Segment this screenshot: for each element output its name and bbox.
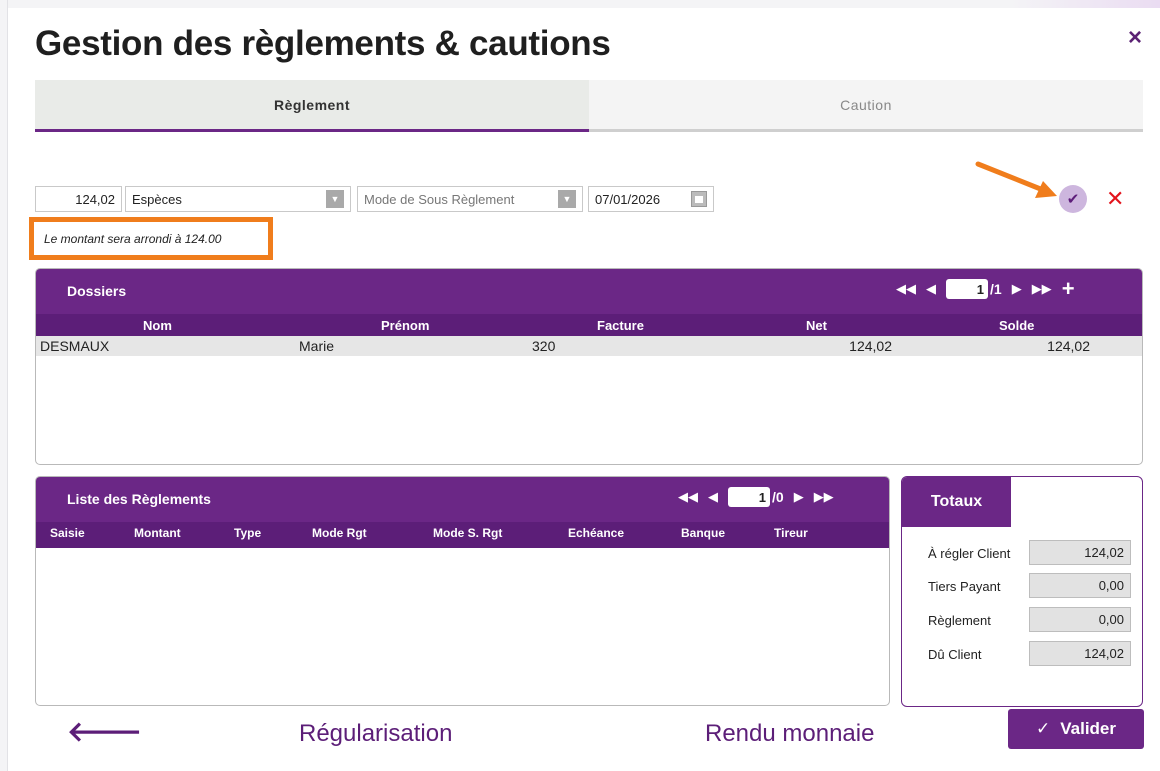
payment-type-value: Espèces <box>132 191 182 207</box>
reglements-title: Liste des Règlements <box>67 491 211 507</box>
check-icon: ✔ <box>1066 191 1080 208</box>
column-montant[interactable]: Montant <box>134 526 181 540</box>
page-total: /1 <box>990 281 1002 297</box>
payment-type-select[interactable]: Espèces ▼ <box>125 186 351 212</box>
cancel-entry-button[interactable]: ✕ <box>1106 186 1124 212</box>
back-button[interactable]: 🡐 <box>67 718 142 746</box>
totaux-panel: Totaux À régler Client 124,02 Tiers Paya… <box>901 476 1143 707</box>
total-value: 124,02 <box>1029 540 1131 565</box>
date-value: 07/01/2026 <box>595 191 661 207</box>
totaux-title: Totaux <box>902 477 1011 527</box>
reglements-panel: Liste des Règlements ◀◀ ◀ 1 /0 ▶ ▶▶ Sais… <box>35 476 890 706</box>
column-net[interactable]: Net <box>806 318 827 333</box>
cell-nom: DESMAUX <box>40 338 110 354</box>
column-solde[interactable]: Solde <box>999 318 1034 333</box>
dossiers-pager: ◀◀ ◀ 1 /1 ▶ ▶▶ + <box>896 278 1075 300</box>
column-mode-rgt[interactable]: Mode Rgt <box>312 526 367 540</box>
date-input[interactable]: 07/01/2026 <box>588 186 714 212</box>
tab-caution[interactable]: Caution <box>589 80 1143 132</box>
cell-solde: 124,02 <box>1047 338 1090 354</box>
next-page-icon[interactable]: ▶ <box>1012 281 1022 297</box>
column-mode-s-rgt[interactable]: Mode S. Rgt <box>433 526 502 540</box>
column-prenom[interactable]: Prénom <box>381 318 429 333</box>
total-row-du-client: Dû Client 124,02 <box>902 640 1144 668</box>
total-value: 0,00 <box>1029 573 1131 598</box>
calendar-icon[interactable] <box>691 191 707 207</box>
add-dossier-icon[interactable]: + <box>1062 278 1075 300</box>
total-label: Règlement <box>928 613 991 628</box>
first-page-icon[interactable]: ◀◀ <box>678 489 698 505</box>
dialog-title: Gestion des règlements & cautions <box>35 24 611 63</box>
confirm-button[interactable]: ✔ <box>1059 185 1087 213</box>
amount-input[interactable]: 124,02 <box>35 186 122 212</box>
regularisation-link[interactable]: Régularisation <box>299 720 452 748</box>
chevron-down-icon[interactable]: ▼ <box>558 190 576 208</box>
tab-bar: Règlement Caution <box>35 80 1143 132</box>
check-icon: ✓ <box>1035 719 1051 738</box>
page-input[interactable]: 1 <box>728 487 770 507</box>
page-input[interactable]: 1 <box>946 279 988 299</box>
column-type[interactable]: Type <box>234 526 261 540</box>
sub-mode-select[interactable]: Mode de Sous Règlement ▼ <box>357 186 583 212</box>
total-value: 124,02 <box>1029 641 1131 666</box>
reglements-pager: ◀◀ ◀ 1 /0 ▶ ▶▶ <box>678 487 834 507</box>
column-banque[interactable]: Banque <box>681 526 725 540</box>
total-label: Dû Client <box>928 647 982 662</box>
amount-value: 124,02 <box>75 191 115 207</box>
tab-reglement[interactable]: Règlement <box>35 80 589 132</box>
rounding-note: Le montant sera arrondi à 124.00 <box>29 217 273 260</box>
column-tireur[interactable]: Tireur <box>774 526 808 540</box>
first-page-icon[interactable]: ◀◀ <box>896 281 916 297</box>
last-page-icon[interactable]: ▶▶ <box>814 489 834 505</box>
column-saisie[interactable]: Saisie <box>50 526 85 540</box>
close-button[interactable]: × <box>1128 24 1142 52</box>
dossiers-panel: Dossiers ◀◀ ◀ 1 /1 ▶ ▶▶ + Nom Prénom Fac… <box>35 268 1143 465</box>
last-page-icon[interactable]: ▶▶ <box>1032 281 1052 297</box>
next-page-icon[interactable]: ▶ <box>794 489 804 505</box>
chevron-down-icon[interactable]: ▼ <box>326 190 344 208</box>
pointer-arrow-icon <box>975 161 1057 198</box>
total-value: 0,00 <box>1029 607 1131 632</box>
total-row-reglement: Règlement 0,00 <box>902 606 1144 634</box>
dossiers-title: Dossiers <box>67 283 127 299</box>
total-row-a-regler: À régler Client 124,02 <box>902 539 1144 567</box>
sub-mode-placeholder: Mode de Sous Règlement <box>364 191 515 207</box>
window-frame-left <box>0 0 8 771</box>
arrow-left-icon: 🡐 <box>67 716 143 747</box>
close-icon: × <box>1128 24 1143 51</box>
column-nom[interactable]: Nom <box>143 318 172 333</box>
table-row[interactable]: DESMAUX Marie 320 124,02 124,02 <box>36 336 1142 356</box>
prev-page-icon[interactable]: ◀ <box>708 489 718 505</box>
valider-button[interactable]: ✓ Valider <box>1008 709 1144 749</box>
valider-label: Valider <box>1060 719 1116 738</box>
page-total: /0 <box>772 489 784 505</box>
reglements-column-header: Saisie Montant Type Mode Rgt Mode S. Rgt… <box>36 522 889 548</box>
cell-prenom: Marie <box>299 338 335 354</box>
total-label: À régler Client <box>928 546 1011 561</box>
reglements-header: Liste des Règlements ◀◀ ◀ 1 /0 ▶ ▶▶ <box>36 477 889 522</box>
column-facture[interactable]: Facture <box>597 318 644 333</box>
rendu-monnaie-link[interactable]: Rendu monnaie <box>705 720 874 748</box>
cell-net: 124,02 <box>849 338 892 354</box>
total-row-tiers-payant: Tiers Payant 0,00 <box>902 572 1144 600</box>
cell-facture: 320 <box>532 338 556 354</box>
prev-page-icon[interactable]: ◀ <box>926 281 936 297</box>
close-icon: ✕ <box>1106 186 1125 211</box>
dossiers-header: Dossiers ◀◀ ◀ 1 /1 ▶ ▶▶ + <box>36 269 1142 314</box>
total-label: Tiers Payant <box>928 579 1001 594</box>
window-frame-top <box>8 0 1160 8</box>
column-echeance[interactable]: Echéance <box>568 526 624 540</box>
dossiers-column-header: Nom Prénom Facture Net Solde <box>36 314 1142 336</box>
